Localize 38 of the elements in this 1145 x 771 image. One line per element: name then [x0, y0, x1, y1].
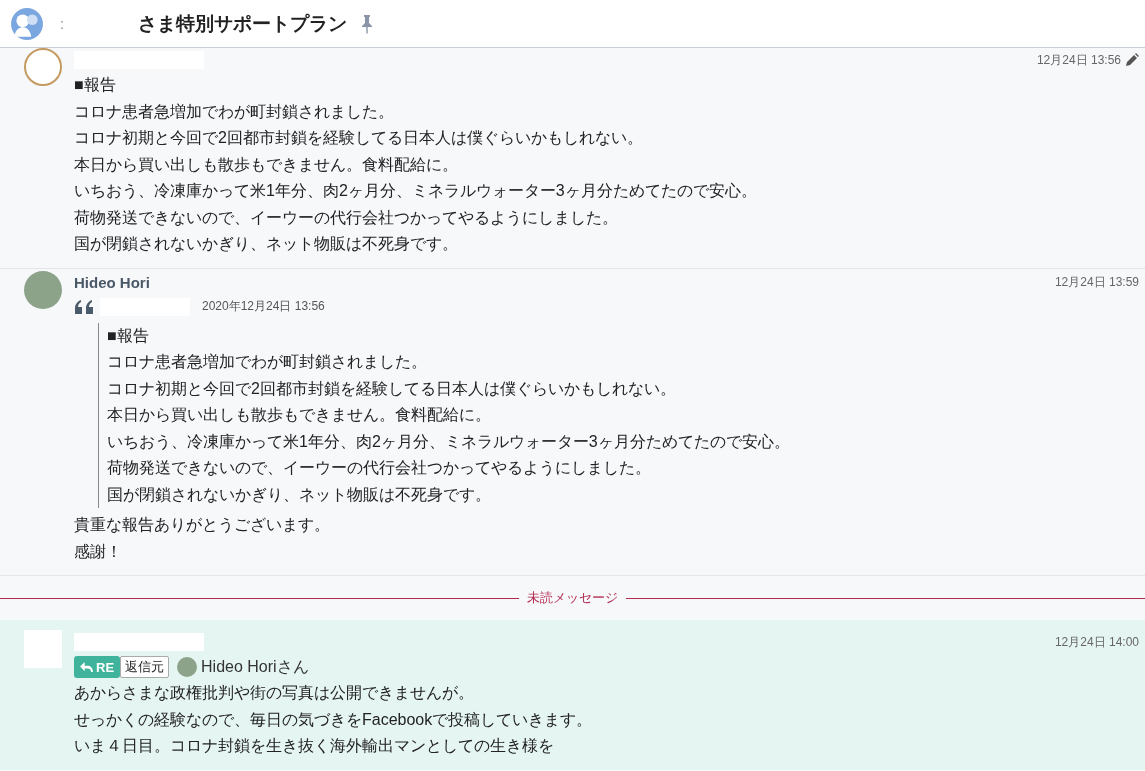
message-time: 12月24日 13:56: [1036, 51, 1121, 69]
reply-recipient-name[interactable]: Hideo Horiさん: [201, 656, 309, 678]
message-text-line: 本日から買い出しも散歩もできません。食料配給に。: [74, 154, 459, 175]
message-text-line: コロナ初期と今回で2回都市封鎖を経験してる日本人は僕ぐらいかもしれない。: [74, 128, 644, 148]
avatar-photo-placeholder: [24, 270, 62, 309]
message-text-line: いま４日目。コロナ封鎖を生き抜く海外輸出マンとしての生き様を: [74, 736, 555, 756]
avatar-placeholder: [24, 630, 62, 668]
message-text-line: あからさまな政権批判や街の写真は公開できませんが。: [74, 683, 475, 703]
quoted-text-line: いちおう、冷凍庫かって米1年分、肉2ヶ月分、ミネラルウォーター3ヶ月分ためてたので安心。: [107, 431, 791, 452]
pencil-icon[interactable]: [1125, 53, 1139, 67]
unread-divider-label: 未読メッセージ: [527, 589, 618, 607]
message-text-line: いちおう、冷凍庫かって米1年分、肉2ヶ月分、ミネラルウォーター3ヶ月分ためてたので安心。: [74, 181, 758, 201]
quoted-text-line: コロナ患者急増加でわが町封鎖されました。: [107, 352, 428, 372]
quoted-text-line: コロナ初期と今回で2回都市封鎖を経験してる日本人は僕ぐらいかもしれない。: [107, 378, 677, 399]
author-name[interactable]: Hideo Hori: [74, 274, 150, 291]
message-text-line: コロナ患者急増加でわが町封鎖されました。: [74, 101, 395, 122]
header-prefix: :: [60, 15, 64, 32]
chat-title: さま特別サポートプラン: [137, 11, 347, 36]
quote-date: 2020年12月24日 13:56: [202, 298, 325, 315]
quoted-text-line: ■報告: [107, 325, 150, 346]
message-text-line: 荷物発送できないので、イーウーの代行会社つかってやるようにしました。: [74, 207, 619, 228]
quoted-text-line: 荷物発送できないので、イーウーの代行会社つかってやるようにしました。: [107, 458, 652, 478]
message-text-line: 感謝！: [74, 541, 123, 562]
message-text-line: せっかくの経験なので、毎日の気づきをFacebookで投稿していきます。: [74, 709, 594, 730]
group-avatar-icon: [10, 6, 44, 41]
message-text-line: 国が閉鎖されないかぎり、ネット物販は不死身です。: [74, 234, 459, 254]
message-time: 12月24日 13:59: [1054, 274, 1139, 291]
message-text-line: ■報告: [74, 75, 117, 95]
pin-icon[interactable]: [360, 13, 373, 34]
reply-badge-text: RE: [96, 659, 115, 675]
quote-icon: [74, 299, 96, 314]
message-text-line: 貴重な報告ありがとうございます。: [74, 515, 331, 535]
quoted-text-line: 国が閉鎖されないかぎり、ネット物販は不死身です。: [107, 484, 492, 505]
quoted-text-line: 本日から買い出しも散歩もできません。食料配給に。: [107, 405, 492, 425]
small-avatar-photo-placeholder: [177, 657, 198, 677]
reply-arrow-icon: [80, 661, 93, 673]
reply-source-label[interactable]: 返信元: [120, 656, 170, 678]
message-time: 12月24日 14:00: [1054, 633, 1139, 651]
